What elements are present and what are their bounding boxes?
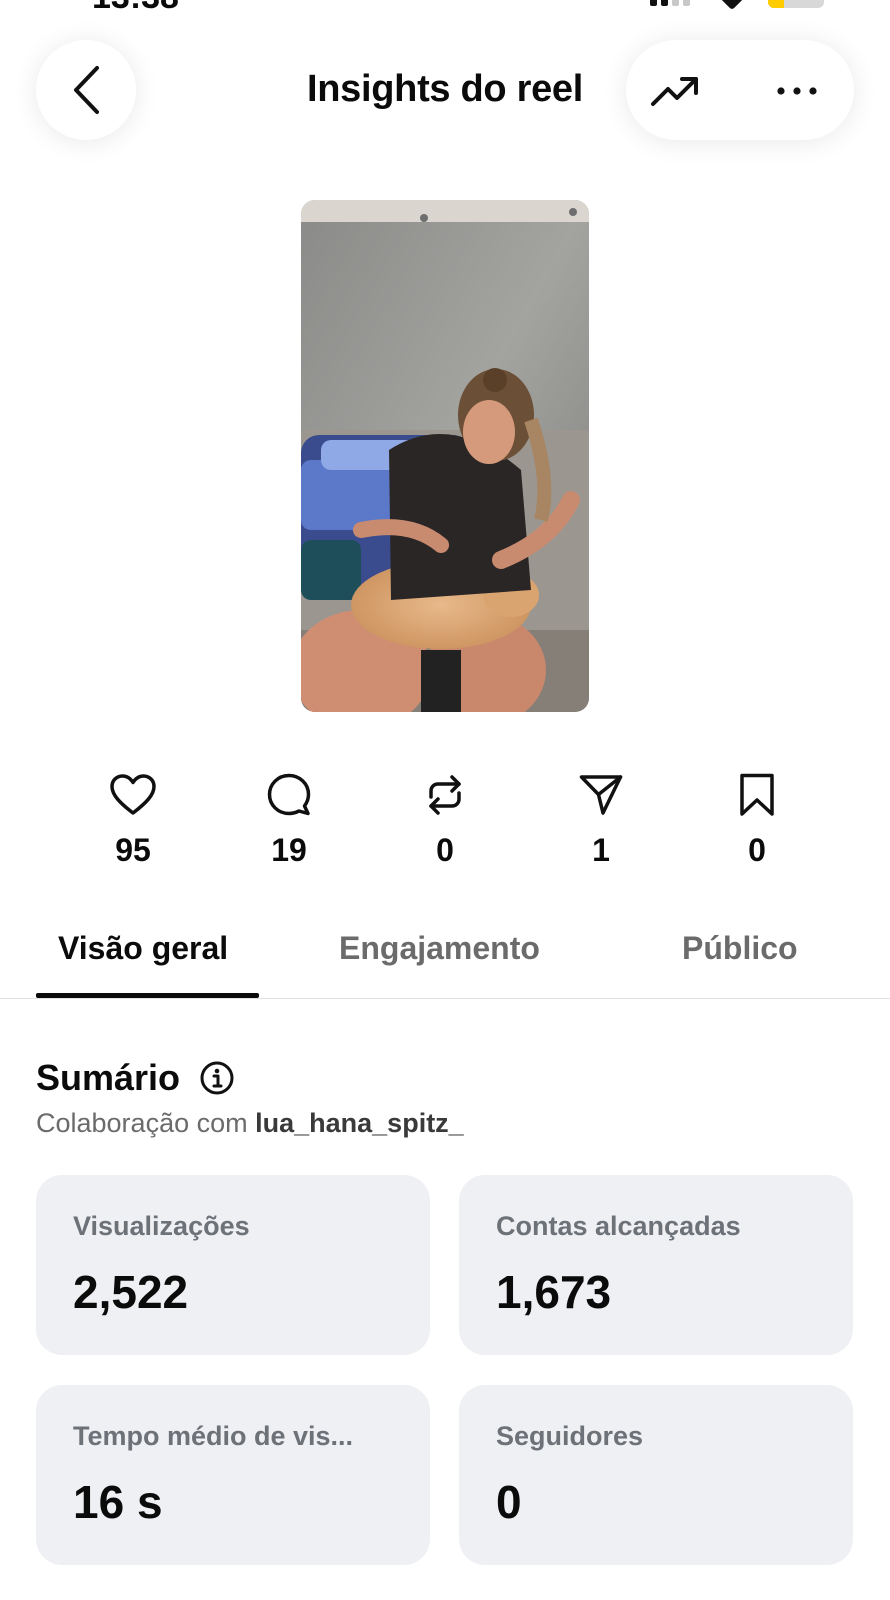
- metric-value: 0: [496, 1476, 522, 1528]
- metric-card-reach[interactable]: Contas alcançadas 1,673: [459, 1175, 853, 1355]
- shares-count: 1: [592, 832, 610, 868]
- likes-count: 95: [115, 832, 151, 868]
- comment-icon: [267, 773, 311, 816]
- repost-icon: [429, 775, 461, 815]
- metric-label: Tempo médio de vis...: [73, 1421, 354, 1451]
- info-icon[interactable]: [200, 1061, 234, 1095]
- metric-card-followers[interactable]: Seguidores 0: [459, 1385, 853, 1565]
- summary-section: Sumário: [36, 1057, 234, 1099]
- metric-label: Contas alcançadas: [496, 1211, 741, 1241]
- bookmark-icon: [740, 773, 774, 816]
- comments-count: 19: [271, 832, 307, 868]
- active-tab-indicator: [36, 993, 259, 998]
- battery-icon: [768, 0, 824, 8]
- reel-thumbnail-image: [301, 200, 589, 712]
- tab-audience[interactable]: Público: [682, 930, 798, 967]
- collab-username[interactable]: lua_hana_spitz_: [255, 1108, 464, 1138]
- engagement-stats: 95 19 0 1 0: [0, 770, 890, 880]
- reposts-count: 0: [436, 832, 454, 868]
- metric-card-watch-time[interactable]: Tempo médio de vis... 16 s: [36, 1385, 430, 1565]
- likes-stat: 95: [73, 770, 193, 869]
- shares-stat: 1: [541, 770, 661, 869]
- signal-icon: [650, 0, 690, 6]
- collaboration-text: Colaboração com lua_hana_spitz_: [36, 1108, 464, 1139]
- metric-value: 16 s: [73, 1476, 163, 1528]
- reel-thumbnail[interactable]: [301, 200, 589, 712]
- insights-tabs: Visão geral Engajamento Público: [0, 920, 890, 999]
- tab-engagement[interactable]: Engajamento: [339, 930, 540, 967]
- header-actions: [626, 40, 854, 140]
- summary-title: Sumário: [36, 1057, 181, 1098]
- metric-card-views[interactable]: Visualizações 2,522: [36, 1175, 430, 1355]
- comments-stat: 19: [229, 770, 349, 869]
- metric-value: 1,673: [496, 1266, 612, 1318]
- trend-button[interactable]: [650, 66, 700, 116]
- status-time: 13:38: [92, 0, 179, 14]
- status-bar: 13:38: [0, 0, 890, 14]
- more-button[interactable]: [772, 66, 822, 116]
- trending-up-icon: [651, 77, 698, 106]
- metric-label: Visualizações: [73, 1211, 250, 1241]
- tab-overview[interactable]: Visão geral: [58, 930, 228, 967]
- collab-prefix: Colaboração com: [36, 1108, 256, 1138]
- saves-count: 0: [748, 832, 766, 868]
- more-horizontal-icon: [777, 87, 817, 95]
- metric-value: 2,522: [73, 1266, 189, 1318]
- saves-stat: 0: [697, 770, 817, 869]
- share-icon: [579, 775, 623, 815]
- wifi-icon: [717, 0, 747, 11]
- heart-icon: [110, 774, 156, 815]
- metric-label: Seguidores: [496, 1421, 644, 1451]
- reposts-stat: 0: [385, 770, 505, 869]
